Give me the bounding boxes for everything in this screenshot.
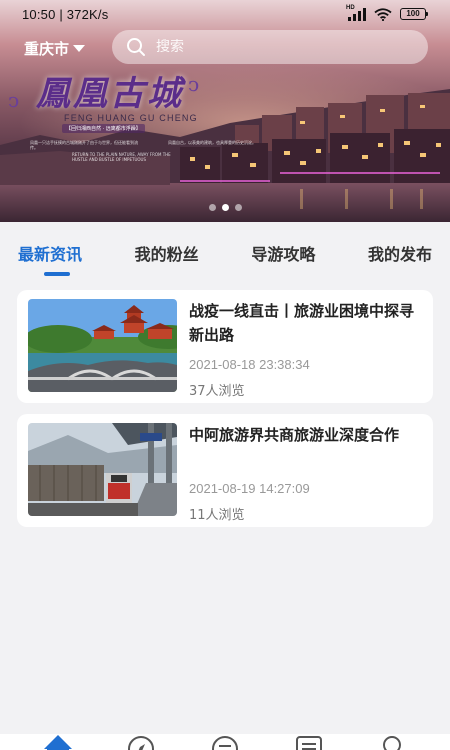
nav-profile[interactable] <box>375 734 409 750</box>
tab-label: 最新资讯 <box>18 245 83 264</box>
banner-subtitle: FENG HUANG GU CHENG <box>64 113 198 123</box>
carousel-dot[interactable] <box>208 204 216 211</box>
tab-label: 导游攻略 <box>251 245 316 264</box>
search-icon <box>127 38 145 56</box>
city-label: 重庆市 <box>24 40 70 58</box>
train-station-image <box>28 423 177 516</box>
tab-bar: 最新资讯 我的粉丝 导游攻略 我的发布 <box>0 222 450 284</box>
article-body: 中阿旅游界共商旅游业深度合作 2021-08-19 14:27:09 11人浏览 <box>189 423 422 523</box>
wifi-icon <box>374 7 392 21</box>
network-type-label: HD <box>346 5 355 11</box>
banner-caption-left: 凤凰一只洁手抚摸的古城刚刚开了由于与世界，但还能看到流传。 <box>30 140 138 150</box>
tab-guide-tips[interactable]: 导游攻略 <box>251 222 315 284</box>
pagoda-bridge-image <box>28 299 177 392</box>
caret-down-icon <box>73 45 86 52</box>
article-title[interactable]: 中阿旅游界共商旅游业深度合作 <box>189 423 422 447</box>
article-title[interactable]: 战疫一线直击丨旅游业困境中探寻新出路 <box>189 299 422 347</box>
banner-slogan: 【回归湘西自然 · 远离都市浮躁】 <box>62 124 145 133</box>
banner-caption-center: RETURN TO THE PLAIN NATURE, AWAY FROM TH… <box>72 152 171 162</box>
article-views: 37人浏览 <box>189 384 245 399</box>
carousel-dot[interactable] <box>234 204 242 211</box>
article-body: 战疫一线直击丨旅游业困境中探寻新出路 2021-08-18 23:38:34 3… <box>189 299 422 399</box>
tab-latest-news[interactable]: 最新资讯 <box>18 222 82 284</box>
banner-caption-right: 凤凰自古，以表美的建筑，也具厚重的历史沉淀。 <box>168 140 256 145</box>
compass-icon <box>128 736 155 750</box>
banner-swirl-right: ↄ <box>188 72 200 96</box>
article-date: 2021-08-19 14:27:09 <box>189 481 310 496</box>
status-bar: 10:50 | 372K/s HD 100 <box>0 0 450 28</box>
bottom-nav <box>0 734 450 750</box>
tab-my-fans[interactable]: 我的粉丝 <box>135 222 199 284</box>
search-bar[interactable] <box>112 30 428 64</box>
battery-icon: 100 <box>400 8 428 20</box>
nav-messages[interactable] <box>208 734 242 750</box>
banner-swirl-left: ↄ <box>8 88 20 112</box>
carousel-indicator <box>0 204 450 211</box>
article-card[interactable]: 战疫一线直击丨旅游业困境中探寻新出路 2021-08-18 23:38:34 3… <box>17 290 433 403</box>
tab-label: 我的发布 <box>367 245 432 264</box>
search-input[interactable] <box>156 39 396 55</box>
signal-icon: HD <box>346 5 366 21</box>
city-selector[interactable]: 重庆市 <box>24 38 86 59</box>
article-card[interactable]: 中阿旅游界共商旅游业深度合作 2021-08-19 14:27:09 11人浏览 <box>17 414 433 527</box>
tab-active-indicator <box>44 272 70 276</box>
message-icon <box>211 736 238 750</box>
article-date: 2021-08-18 23:38:34 <box>189 357 310 372</box>
home-icon <box>43 735 72 750</box>
nav-discover[interactable] <box>124 734 158 750</box>
nav-home[interactable] <box>41 734 75 750</box>
article-thumbnail <box>28 299 177 392</box>
tab-label: 我的粉丝 <box>134 245 199 264</box>
list-icon <box>295 736 322 750</box>
article-thumbnail <box>28 423 177 516</box>
article-views: 11人浏览 <box>189 508 245 523</box>
banner-logo-title: 鳳凰古城 <box>36 74 184 114</box>
status-time-speed: 10:50 | 372K/s <box>22 6 109 22</box>
carousel-dot-active[interactable] <box>221 204 229 211</box>
status-icons: HD 100 <box>346 5 428 21</box>
nav-list[interactable] <box>292 734 326 750</box>
article-list: 战疫一线直击丨旅游业困境中探寻新出路 2021-08-18 23:38:34 3… <box>17 290 433 538</box>
tab-my-posts[interactable]: 我的发布 <box>368 222 432 284</box>
profile-icon <box>383 736 402 750</box>
